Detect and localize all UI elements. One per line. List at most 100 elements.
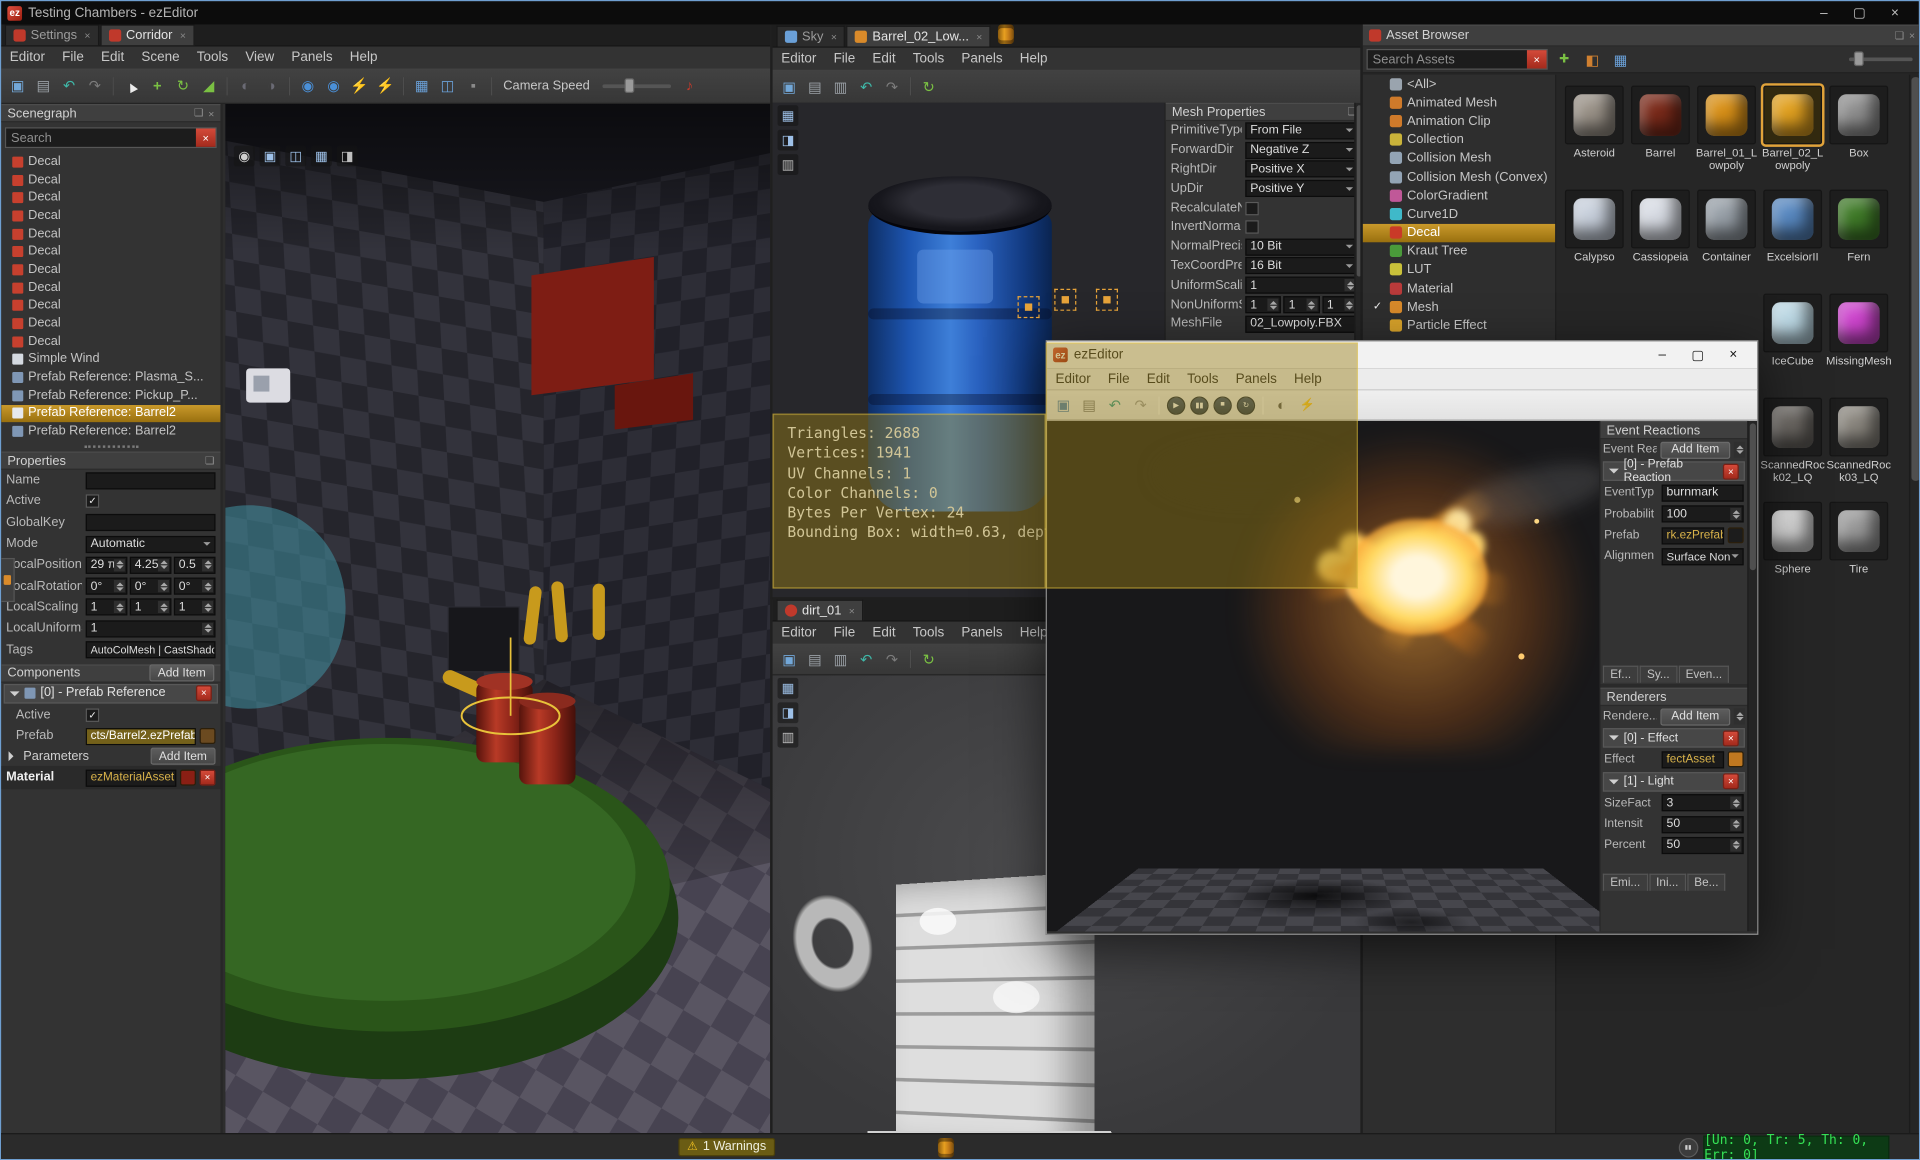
mode-dropdown[interactable]: Automatic (85, 535, 216, 553)
asset-card[interactable]: ScannedRock02_LQ (1760, 394, 1826, 498)
panel-close-icon[interactable]: × (208, 107, 214, 119)
capture-icon[interactable]: ▥ (777, 726, 799, 748)
log-counters[interactable]: [Un: 0, Tr: 5, Th: 0, Err: 0] (1702, 1132, 1889, 1159)
background-ops-pause-icon[interactable]: ▮▮ (1678, 1137, 1698, 1157)
tab-close-icon[interactable]: × (849, 604, 855, 616)
scenegraph-item[interactable]: Decal (1, 297, 220, 315)
menu-item[interactable]: Help (1011, 51, 1056, 66)
position-spinner[interactable]: 4.25 (129, 556, 172, 574)
asset-type-item[interactable]: Collision Mesh (Convex) (1363, 168, 1555, 187)
asset-type-item[interactable]: Animation Clip (1363, 112, 1555, 131)
tab-close-icon[interactable]: × (976, 31, 982, 43)
uniformscaling-spinner[interactable]: 1 (85, 620, 216, 638)
asset-type-item[interactable]: Kraut Tree (1363, 242, 1555, 261)
scaling-spinner[interactable]: 1 (129, 598, 172, 617)
gizmo-handle[interactable] (1017, 296, 1040, 319)
effect-browse-button[interactable] (1727, 751, 1744, 768)
subtab[interactable]: Be... (1686, 873, 1726, 891)
asset-type-icon[interactable]: ◧ (1581, 48, 1604, 71)
panel-float-icon[interactable]: ❏ (1895, 29, 1904, 42)
asset-card[interactable]: Asteroid (1561, 82, 1627, 186)
copy-icon[interactable]: ▤ (803, 75, 826, 98)
thumbnail-icon[interactable]: ◨ (777, 129, 799, 151)
position-spinner[interactable]: 29 π (85, 556, 128, 574)
capture-icon[interactable]: ▥ (777, 154, 799, 175)
material-color-button[interactable] (180, 769, 196, 786)
menu-item[interactable]: Panels (953, 625, 1011, 640)
frame-icon[interactable]: ◫ (436, 74, 459, 97)
asset-type-item[interactable]: Collection (1363, 130, 1555, 149)
dragged-tab-barrel-icon[interactable] (998, 24, 1015, 45)
asset-card[interactable]: Fern (1826, 186, 1892, 290)
dock-scrollbar[interactable] (1747, 420, 1758, 932)
sizefactor-spinner[interactable]: 3 (1661, 794, 1744, 812)
light-group[interactable]: [1] - Light × (1602, 771, 1745, 792)
menu-item[interactable]: Tools (904, 625, 953, 640)
asset-type-item[interactable]: Particle Effect (1363, 316, 1555, 335)
remove-effect-button[interactable]: × (1722, 730, 1739, 747)
remove-light-button[interactable]: × (1722, 773, 1739, 790)
gizmo-handle[interactable] (1095, 288, 1118, 311)
probability-spinner[interactable]: 100 (1661, 505, 1744, 523)
scenegraph-item[interactable]: Decal (1, 225, 220, 243)
asset-type-item[interactable]: LUT (1363, 260, 1555, 279)
redo-icon[interactable]: ↷ (83, 74, 106, 97)
menu-item[interactable]: Panels (953, 51, 1011, 66)
active-checkbox[interactable]: ✓ (85, 494, 100, 509)
asset-card[interactable]: Barrel_02_Lowpoly (1760, 82, 1826, 186)
panel-close-icon[interactable]: × (1909, 29, 1915, 41)
forwarddir-dropdown[interactable]: Negative Z (1245, 141, 1358, 159)
undo-icon[interactable]: ↶ (855, 75, 878, 98)
bolt2-icon[interactable]: ⚡ (373, 74, 396, 97)
asset-card[interactable]: IceCube (1760, 290, 1826, 394)
scenegraph-item[interactable]: Decal (1, 333, 220, 351)
asset-type-item[interactable]: Curve1D (1363, 205, 1555, 224)
rotation-spinner[interactable]: 0° (129, 577, 172, 595)
texcoordprecision-dropdown[interactable]: 16 Bit (1245, 257, 1358, 275)
uniformscaling-spinner[interactable]: 1 (1245, 276, 1358, 294)
menu-item[interactable]: Panels (283, 50, 341, 65)
prefab-browse-button[interactable] (199, 728, 216, 745)
save-icon[interactable]: ▣ (778, 647, 801, 670)
duplicate-icon[interactable]: ▥ (829, 75, 852, 98)
scenegraph-item[interactable]: Prefab Reference: Barrel2 (1, 404, 221, 423)
add-parameter-button[interactable]: Add Item (150, 747, 216, 766)
translate-tool-icon[interactable]: + (146, 74, 169, 97)
position-spinner[interactable]: 0.5 (173, 556, 216, 574)
reload-assets-icon[interactable]: ↻ (917, 647, 940, 670)
asset-type-item[interactable]: Collision Mesh (1363, 149, 1555, 168)
render-globe2-icon[interactable]: ◑ (260, 74, 283, 97)
asset-search[interactable]: Search Assets × (1366, 48, 1548, 70)
prefab-reference-group[interactable]: [0] - Prefab Reference × (3, 683, 218, 704)
redo-icon[interactable]: ↷ (880, 75, 903, 98)
document-tab[interactable]: dirt_01 × (776, 599, 864, 621)
scenegraph-item[interactable]: Simple Wind (1, 351, 220, 369)
gizmo-handle[interactable] (1054, 288, 1077, 311)
asset-card[interactable]: Tire (1826, 498, 1892, 602)
document-tab[interactable]: Sky × (776, 25, 846, 47)
invertnormals-checkbox[interactable] (1245, 220, 1259, 235)
asset-browser-header[interactable]: Asset Browser ❏ × (1362, 24, 1919, 47)
asset-card[interactable]: Barrel (1627, 82, 1693, 186)
minimize-button[interactable]: – (1806, 2, 1842, 24)
asset-type-item[interactable]: <All> (1363, 75, 1555, 94)
menu-item[interactable]: File (54, 50, 93, 65)
intensity-spinner[interactable]: 50 (1661, 815, 1744, 833)
menu-item[interactable]: Edit (92, 50, 132, 65)
reorder-spinner[interactable] (1733, 441, 1745, 458)
eventtype-field[interactable]: burnmark (1661, 484, 1744, 502)
copy-icon[interactable]: ▤ (32, 74, 55, 97)
effect-asset-field[interactable]: fectAsset (1661, 751, 1725, 769)
tab-close-icon[interactable]: × (831, 31, 837, 43)
scenegraph-item[interactable]: Decal (1, 153, 220, 171)
undo-icon[interactable]: ↶ (58, 74, 81, 97)
view-mode-icon[interactable]: ▦ (1609, 48, 1632, 71)
export-icon[interactable]: ▦ (777, 677, 799, 699)
menu-item[interactable]: Editor (773, 51, 825, 66)
scale-spinner[interactable]: 1 (1245, 296, 1282, 314)
duplicate-icon[interactable]: ▥ (829, 647, 852, 670)
scenegraph-search[interactable]: Search × (4, 127, 217, 149)
primitive-dropdown[interactable]: From File (1245, 122, 1358, 140)
menu-item[interactable]: Tools (904, 51, 953, 66)
add-renderer-button[interactable]: Add Item (1660, 708, 1731, 726)
